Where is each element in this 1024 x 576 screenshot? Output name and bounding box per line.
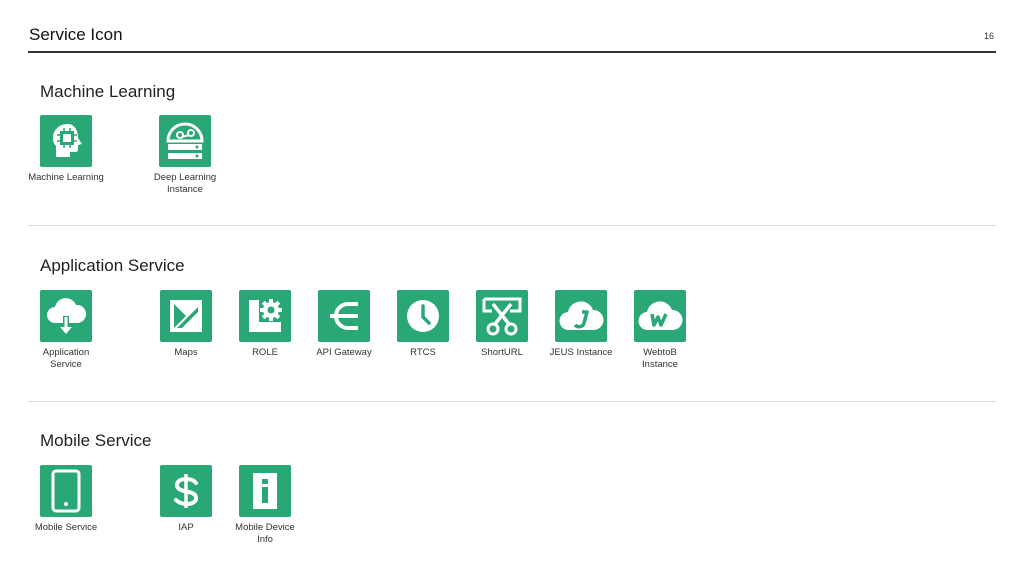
service-label: API Gateway	[316, 347, 372, 358]
jeus-cloud-icon	[555, 290, 607, 342]
service-label: Mobile Service	[34, 522, 98, 533]
service-tile-mobile-service[interactable]: Mobile Service	[26, 465, 106, 534]
service-tile-maps[interactable]: Maps	[146, 290, 226, 359]
role-gear-icon	[239, 290, 291, 342]
page-number: 16	[983, 31, 994, 41]
service-tile-role[interactable]: ROLE	[225, 290, 305, 359]
deep-learning-server-icon	[159, 115, 211, 167]
info-icon	[239, 465, 291, 517]
service-label: RTCS	[410, 347, 436, 358]
service-label: Mobile Device Info	[235, 522, 295, 545]
service-tile-rtcs[interactable]: RTCS	[383, 290, 463, 359]
title-rule	[28, 51, 996, 53]
service-tile-api-gateway[interactable]: API Gateway	[304, 290, 384, 359]
dollar-icon	[160, 465, 212, 517]
page-title: Service Icon	[29, 25, 123, 44]
section-title-machine-learning: Machine Learning	[40, 82, 176, 101]
section-divider	[28, 401, 996, 402]
section-title-application-service: Application Service	[40, 256, 185, 275]
service-label: Machine Learning	[28, 172, 104, 183]
service-tile-iap[interactable]: IAP	[146, 465, 226, 534]
section-title-mobile-service: Mobile Service	[40, 431, 152, 450]
service-tile-deep-learning-instance[interactable]: Deep Learning Instance	[145, 115, 225, 196]
api-gateway-icon	[318, 290, 370, 342]
service-tile-jeus-instance[interactable]: JEUS Instance	[541, 290, 621, 359]
brain-chip-icon	[40, 115, 92, 167]
service-label: Deep Learning Instance	[153, 172, 217, 195]
map-icon	[160, 290, 212, 342]
service-tile-application-service[interactable]: Application Service	[26, 290, 106, 371]
section-divider	[28, 225, 996, 226]
service-label: JEUS Instance	[549, 347, 613, 358]
clock-icon	[397, 290, 449, 342]
service-label: ROLE	[252, 347, 278, 358]
service-label: Maps	[174, 347, 198, 358]
service-tile-machine-learning[interactable]: Machine Learning	[26, 115, 106, 184]
webtob-cloud-icon	[634, 290, 686, 342]
service-tile-webtob-instance[interactable]: WebtoB Instance	[620, 290, 700, 371]
smartphone-icon	[40, 465, 92, 517]
service-label: Application Service	[42, 347, 90, 370]
service-tile-mobile-device-info[interactable]: Mobile Device Info	[225, 465, 305, 546]
service-label: WebtoB Instance	[642, 347, 678, 370]
scissors-icon	[476, 290, 528, 342]
cloud-download-icon	[40, 290, 92, 342]
service-tile-shorturl[interactable]: ShortURL	[462, 290, 542, 359]
service-label: IAP	[178, 522, 194, 533]
service-label: ShortURL	[481, 347, 523, 358]
